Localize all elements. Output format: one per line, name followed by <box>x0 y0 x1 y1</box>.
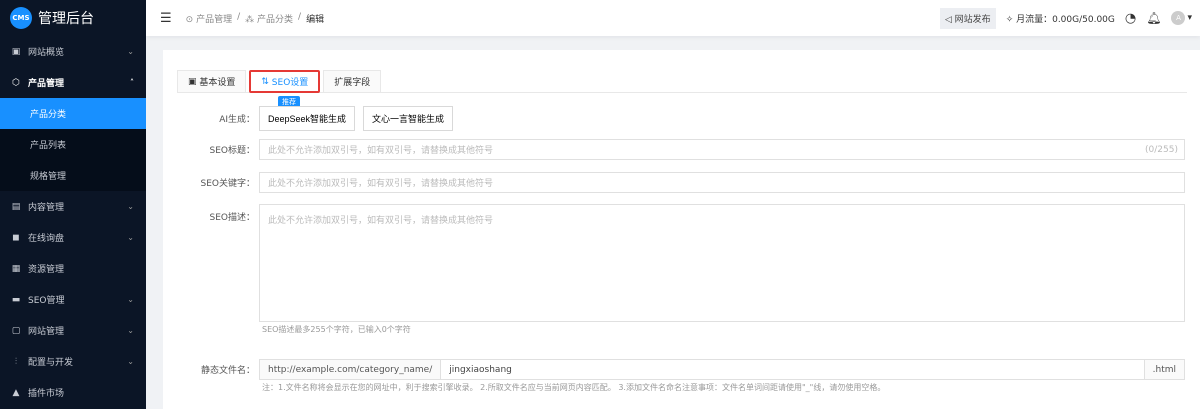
sidebar-item-site[interactable]: ▢ 网站管理 ⌄ <box>0 315 146 346</box>
list-icon: ▣ <box>188 76 200 87</box>
tabs: ▣ 基本设置 ⇅ SEO设置 扩展字段 <box>177 70 1187 93</box>
desc-hint: SEO描述最多255个字符，已输入0个字符 <box>262 325 411 334</box>
sidebar-item-specs[interactable]: 规格管理 <box>0 160 146 191</box>
sidebar-item-plugins[interactable]: ▲ 插件市场 <box>0 377 146 408</box>
file-name-label: 静态文件名： <box>200 366 255 376</box>
publish-button[interactable]: ◁ 网站发布 <box>939 7 996 29</box>
label: 在线询盘 <box>28 234 65 244</box>
label: 产品管理 <box>28 79 65 89</box>
breadcrumb-current: 编辑 <box>306 14 325 25</box>
site-icon: ▢ <box>11 325 21 336</box>
label: 内容管理 <box>28 203 65 213</box>
app-title: 管理后台 <box>38 11 94 27</box>
sidebar-item-seo[interactable]: ▬ SEO管理 ⌄ <box>0 284 146 315</box>
history-icon[interactable]: ◔ <box>1125 11 1136 26</box>
chevron-up-icon: ˄ <box>130 78 134 87</box>
edit-card: ▣ 基本设置 ⇅ SEO设置 扩展字段 推荐 AI生成： DeepSeek智能生… <box>163 50 1200 409</box>
tab-extended[interactable]: 扩展字段 <box>323 70 382 93</box>
wenxin-generate-button[interactable]: 文心一言智能生成 <box>363 106 454 131</box>
document-icon: ▤ <box>11 201 21 212</box>
chevron-down-icon: ⌄ <box>127 326 134 335</box>
chat-icon: ◼ <box>12 232 20 243</box>
chevron-down-icon: ⌄ <box>127 233 134 242</box>
ai-label: AI生成： <box>219 115 255 125</box>
bell-icon[interactable]: 🔔︎ <box>1146 11 1161 25</box>
sidebar-item-category[interactable]: 产品分类 <box>0 98 146 129</box>
cube-icon: ⬡ <box>12 77 20 88</box>
chevron-down-icon: ⌄ <box>127 295 134 304</box>
sidebar-item-product-list[interactable]: 产品列表 <box>0 129 146 160</box>
label: SEO管理 <box>28 296 65 306</box>
tab-basic[interactable]: ▣ 基本设置 <box>177 70 247 93</box>
sidebar-item-inquiry[interactable]: ◼ 在线询盘 ⌄ <box>0 222 146 253</box>
chevron-down-icon: ⌄ <box>127 47 134 56</box>
sidebar-item-resources[interactable]: ▦ 资源管理 <box>0 253 146 284</box>
label: 插件市场 <box>28 389 65 399</box>
menu-toggle-icon[interactable]: ☰ <box>160 11 172 26</box>
traffic-info: ✧ 月流量：0.00G/50.00G <box>1005 14 1115 25</box>
label: 网站概览 <box>28 48 65 58</box>
file-suffix: .html <box>1143 360 1184 379</box>
breadcrumb-category[interactable]: ⁂ 产品分类 <box>245 12 293 25</box>
sidebar-item-content[interactable]: ▤ 内容管理 ⌄ <box>0 191 146 222</box>
label: 配置与开发 <box>28 358 74 368</box>
label: 产品列表 <box>30 141 67 151</box>
label: 产品分类 <box>30 110 67 120</box>
seo-desc-label: SEO描述： <box>209 213 255 223</box>
header: ☰ ⊙ 产品管理 / ⁂ 产品分类 / 编辑 ◁ 网站发布 ✧ 月流量：0.00G/… <box>146 0 1200 36</box>
logo-badge: CMS <box>10 7 32 29</box>
logo[interactable]: CMS 管理后台 <box>0 0 146 36</box>
file-name-group: http://example.com/category_name/ jingxi… <box>259 359 1185 380</box>
seo-icon: ▬ <box>11 294 21 305</box>
url-prefix: http://example.com/category_name/ <box>260 360 442 379</box>
label: 网站管理 <box>28 327 65 337</box>
sliders-icon: ⫶ <box>14 356 18 367</box>
sidebar-item-config[interactable]: ⫶ 配置与开发 ⌄ <box>0 346 146 377</box>
seo-title-label: SEO标题： <box>209 146 255 156</box>
char-count: (0/255) <box>1145 144 1178 155</box>
file-name-input[interactable]: jingxiaoshang <box>441 365 1143 375</box>
seo-keywords-label: SEO关键字： <box>200 179 255 189</box>
folder-icon: ▦ <box>11 263 21 274</box>
avatar: A <box>1171 11 1186 25</box>
sidebar: CMS 管理后台 ▣ 网站概览 ⌄ ⬡ 产品管理 ˄ 产品分类 产品列表 规格管理 ▤ 内… <box>0 0 146 409</box>
chevron-down-icon: ⌄ <box>127 357 134 366</box>
plugin-icon: ▲ <box>12 387 20 398</box>
sort-icon: ⇅ <box>261 76 272 87</box>
deepseek-generate-button[interactable]: DeepSeek智能生成 <box>259 106 356 131</box>
seo-desc-textarea[interactable]: 此处不允许添加双引号，如有双引号，请替换成其他符号 <box>259 204 1185 322</box>
user-menu[interactable]: A ▾ <box>1171 11 1192 25</box>
sidebar-item-overview[interactable]: ▣ 网站概览 ⌄ <box>0 36 146 67</box>
sidebar-item-products[interactable]: ⬡ 产品管理 ˄ <box>0 67 146 98</box>
breadcrumb-products[interactable]: ⊙ 产品管理 <box>186 12 232 25</box>
tab-seo[interactable]: ⇅ SEO设置 <box>249 70 321 93</box>
label: 资源管理 <box>28 265 65 275</box>
monitor-icon: ▣ <box>11 46 21 57</box>
breadcrumb: ⊙ 产品管理 / ⁂ 产品分类 / 编辑 <box>185 11 325 25</box>
caret-down-icon: ▾ <box>1187 13 1192 23</box>
label: 规格管理 <box>30 172 67 182</box>
file-name-note: 注：1.文件名称将会显示在您的网址中，利于搜索引擎收录。 2.所取文件名应与当前… <box>262 383 886 392</box>
chevron-down-icon: ⌄ <box>127 202 134 211</box>
seo-keywords-input[interactable]: 此处不允许添加双引号，如有双引号，请替换成其他符号 <box>259 172 1185 193</box>
seo-title-input[interactable]: 此处不允许添加双引号，如有双引号，请替换成其他符号 (0/255) <box>259 139 1185 160</box>
